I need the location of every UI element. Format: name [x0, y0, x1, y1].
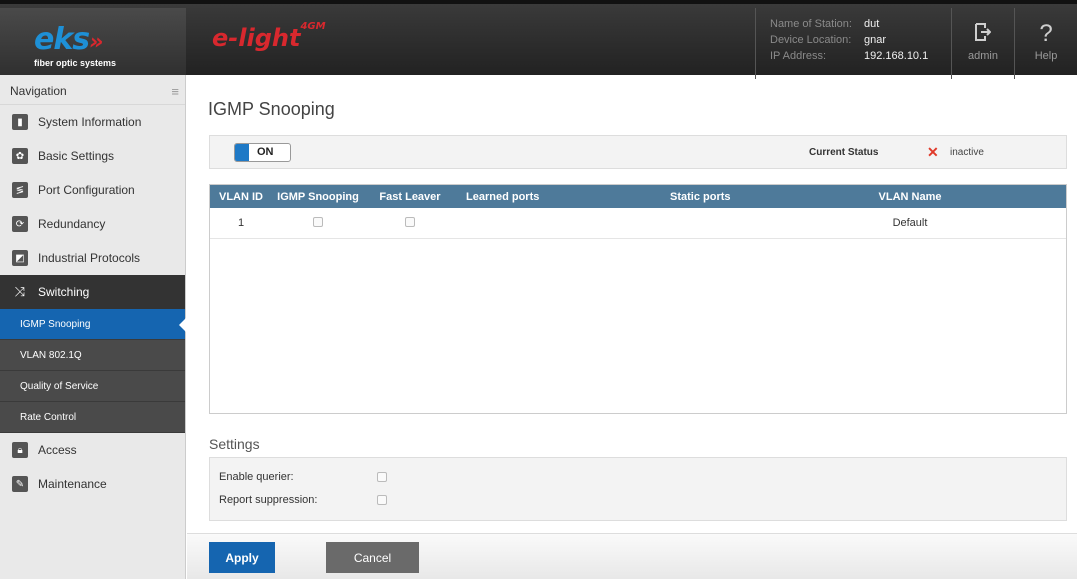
- footer-bar: Apply Cancel: [187, 533, 1077, 579]
- port-icon: ≶: [12, 182, 28, 198]
- gear-icon: ✿: [12, 148, 28, 164]
- logo-area: eks» fiber optic systems: [0, 8, 186, 79]
- table-row[interactable]: 1 Default: [210, 208, 1066, 239]
- sidebar: Navigation ≡ ▮ System Information ✿ Basic …: [0, 75, 186, 579]
- sidebar-subitem-rate-control[interactable]: Rate Control: [0, 402, 185, 433]
- cancel-button[interactable]: Cancel: [326, 542, 419, 573]
- chart-icon: ▮: [12, 114, 28, 130]
- igmp-toggle[interactable]: ON: [234, 143, 291, 162]
- enable-querier-label: Enable querier:: [219, 471, 294, 483]
- sidebar-subitem-vlan[interactable]: VLAN 802.1Q: [0, 340, 185, 371]
- enable-querier-checkbox[interactable]: [377, 472, 387, 482]
- toggle-knob: [235, 144, 249, 161]
- fast-leaver-checkbox[interactable]: [405, 216, 415, 227]
- wrench-icon: ✎: [12, 476, 28, 492]
- table-header: VLAN ID IGMP Snooping Fast Leaver Learne…: [210, 185, 1066, 208]
- eks-logo: eks»: [34, 22, 103, 57]
- column-learned-ports[interactable]: Learned ports: [456, 191, 660, 203]
- product-logo: e-light4GM: [212, 21, 326, 52]
- enable-querier-row: Enable querier:: [219, 471, 387, 483]
- sidebar-item-industrial-protocols[interactable]: ◩ Industrial Protocols: [0, 241, 185, 275]
- station-name-label: Name of Station:: [770, 18, 852, 30]
- report-suppression-row: Report suppression:: [219, 494, 387, 506]
- settings-panel: Enable querier: Report suppression:: [209, 457, 1067, 521]
- station-name-value: dut: [864, 18, 880, 30]
- logout-icon: [952, 20, 1014, 50]
- column-vlan-id[interactable]: VLAN ID: [210, 191, 272, 203]
- igmp-snooping-cell: [272, 216, 364, 230]
- settings-title: Settings: [209, 436, 260, 452]
- vlan-table: VLAN ID IGMP Snooping Fast Leaver Learne…: [209, 184, 1067, 414]
- sidebar-item-maintenance[interactable]: ✎ Maintenance: [0, 467, 185, 501]
- vlan-id-cell: 1: [237, 217, 245, 229]
- sidebar-item-redundancy[interactable]: ⟳ Redundancy: [0, 207, 185, 241]
- column-static-ports[interactable]: Static ports: [660, 191, 860, 203]
- fast-leaver-cell: [364, 216, 456, 230]
- close-icon: ✕: [927, 144, 939, 160]
- igmp-snooping-checkbox[interactable]: [313, 216, 323, 227]
- station-info: Name of Station: dut Device Location: gnar…: [755, 8, 951, 79]
- apply-button[interactable]: Apply: [209, 542, 275, 573]
- sidebar-subitem-igmp-snooping[interactable]: IGMP Snooping: [0, 309, 186, 340]
- report-suppression-label: Report suppression:: [219, 494, 318, 506]
- device-location-value: gnar: [864, 34, 887, 46]
- navigation-title: Navigation: [10, 84, 67, 98]
- sidebar-subitem-quality-of-service[interactable]: Quality of Service: [0, 371, 185, 402]
- vlan-name-cell: Default: [892, 217, 928, 229]
- report-suppression-checkbox[interactable]: [377, 495, 387, 505]
- device-location-label: Device Location:: [770, 34, 852, 46]
- switch-icon: ⤨: [14, 284, 26, 299]
- sidebar-item-switching[interactable]: ⤨ Switching: [0, 275, 185, 309]
- help-button[interactable]: ? Help: [1014, 8, 1077, 79]
- admin-label: admin: [968, 50, 998, 62]
- ip-address-value: 192.168.10.1: [864, 50, 929, 62]
- logo-tagline: fiber optic systems: [34, 58, 117, 68]
- navigation-header: Navigation ≡: [0, 75, 185, 105]
- current-status-label: Current Status: [809, 147, 879, 158]
- main-content: IGMP Snooping ON Current Status ✕ inacti…: [187, 75, 1077, 579]
- sidebar-item-port-configuration[interactable]: ≶ Port Configuration: [0, 173, 185, 207]
- sidebar-item-basic-settings[interactable]: ✿ Basic Settings: [0, 139, 185, 173]
- column-vlan-name[interactable]: VLAN Name: [860, 191, 960, 203]
- status-bar: ON Current Status ✕ inactive: [209, 135, 1067, 169]
- column-igmp-snooping[interactable]: IGMP Snooping: [272, 191, 364, 203]
- redundancy-icon: ⟳: [12, 216, 28, 232]
- current-status-value: inactive: [950, 147, 984, 158]
- lock-icon: 🔒︎: [12, 442, 28, 458]
- ip-address-label: IP Address:: [770, 50, 827, 62]
- help-label: Help: [1034, 50, 1058, 62]
- page-title: IGMP Snooping: [208, 99, 335, 119]
- protocol-icon: ◩: [12, 250, 28, 266]
- logout-button[interactable]: admin: [951, 8, 1014, 79]
- sidebar-item-access[interactable]: 🔒︎ Access: [0, 433, 185, 467]
- top-bar: eks» fiber optic systems e-light4GM Name…: [0, 0, 1077, 79]
- help-icon: ?: [1039, 20, 1053, 47]
- toggle-label: ON: [257, 146, 274, 158]
- menu-icon[interactable]: ≡: [171, 84, 179, 99]
- column-fast-leaver[interactable]: Fast Leaver: [364, 191, 456, 203]
- sidebar-item-system-information[interactable]: ▮ System Information: [0, 105, 185, 139]
